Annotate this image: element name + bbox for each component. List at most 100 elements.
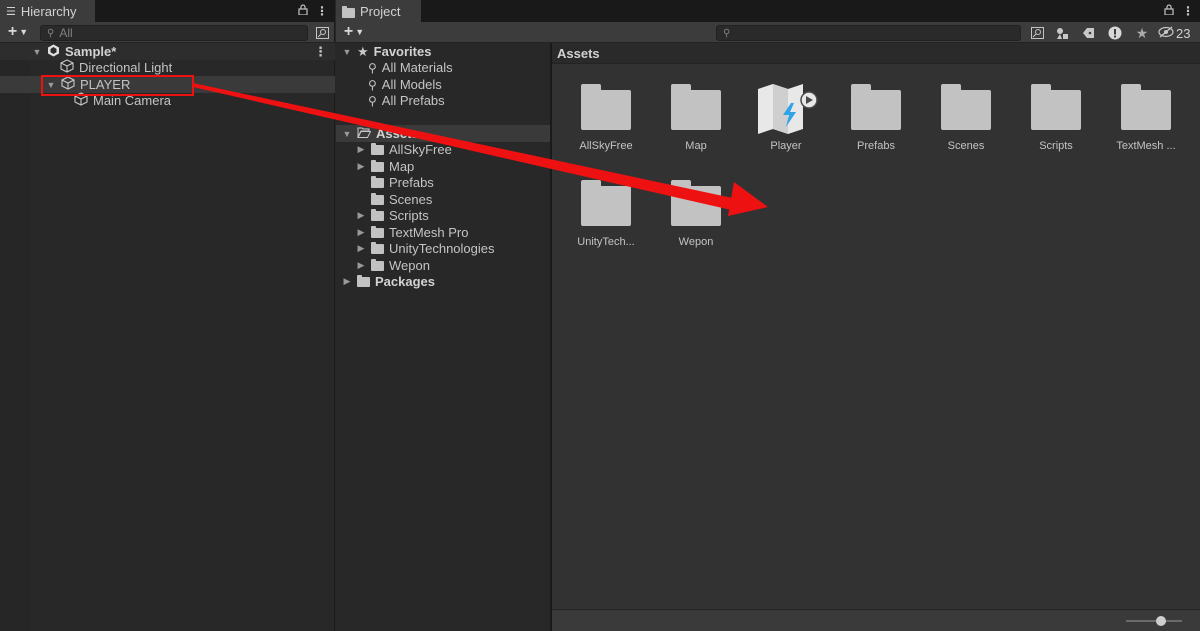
asset-label: TextMesh ... <box>1116 140 1176 152</box>
tree-folder-unitytechnologies[interactable]: ▶ UnityTechnologies <box>356 240 495 257</box>
asset-folder-allskyfree[interactable]: AllSkyFree <box>566 83 646 152</box>
collapse-triangle-icon[interactable]: ▶ <box>356 260 366 271</box>
more-options-icon[interactable]: ⋮ <box>316 4 328 18</box>
tree-folder-label: UnityTechnologies <box>389 241 495 256</box>
tree-folder-label: TextMesh Pro <box>389 225 469 240</box>
asset-label: Scripts <box>1039 140 1073 152</box>
search-by-scene-icon[interactable] <box>1028 25 1046 41</box>
warning-icon[interactable] <box>1106 25 1124 41</box>
favorite-item-all-models[interactable]: ⚲ All Models <box>368 76 442 93</box>
scene-map-icon <box>746 83 826 136</box>
hierarchy-item-directional-light[interactable]: Directional Light <box>60 59 172 76</box>
hierarchy-item-label: Directional Light <box>79 60 173 75</box>
tab-hierarchy[interactable]: ☰ Hierarchy <box>0 0 95 22</box>
search-icon: ⚲ <box>47 27 55 39</box>
asset-folder-scenes[interactable]: Scenes <box>926 83 1006 152</box>
favorite-item-label: All Prefabs <box>381 93 445 108</box>
gameobject-cube-icon <box>61 76 75 93</box>
asset-folder-unitytechnologies[interactable]: UnityTech... <box>566 179 646 248</box>
asset-folder-textmesh-pro[interactable]: TextMesh ... <box>1106 83 1186 152</box>
asset-label: Map <box>685 140 707 152</box>
lock-icon[interactable] <box>298 4 308 18</box>
folder-icon <box>371 175 384 188</box>
tree-folder-scenes[interactable]: Scenes <box>356 191 432 208</box>
scene-menu-icon[interactable]: ⋮ <box>314 44 327 60</box>
asset-folder-prefabs[interactable]: Prefabs <box>836 83 916 152</box>
project-tabbar: Project ⋮ <box>336 0 1200 22</box>
open-folder-icon <box>357 126 372 141</box>
slider-thumb[interactable] <box>1156 616 1166 626</box>
chevron-down-icon: ▼ <box>355 27 365 37</box>
star-icon: ★ <box>357 43 369 59</box>
folder-icon <box>342 5 355 18</box>
hierarchy-item-main-camera[interactable]: Main Camera <box>74 92 171 109</box>
plus-icon: + <box>7 23 18 40</box>
collapse-triangle-icon[interactable]: ▶ <box>356 210 366 221</box>
search-icon: ⚲ <box>723 27 731 39</box>
expand-triangle-icon[interactable]: ▼ <box>32 47 42 57</box>
expand-triangle-icon[interactable]: ▼ <box>342 47 352 57</box>
expand-triangle-icon[interactable]: ▼ <box>342 129 352 139</box>
chevron-down-icon: ▼ <box>19 27 29 37</box>
asset-scene-player[interactable]: Player <box>746 83 826 152</box>
tree-folder-prefabs[interactable]: Prefabs <box>356 174 434 191</box>
hierarchy-item-player[interactable]: ▼ PLAYER <box>0 76 335 93</box>
packages-root[interactable]: ▶ Packages <box>342 273 435 290</box>
tree-folder-label: Prefabs <box>389 175 434 190</box>
asset-folder-wepon[interactable]: Wepon <box>656 179 736 248</box>
project-search-input[interactable]: ⚲ <box>716 25 1021 41</box>
favorite-item-all-prefabs[interactable]: ⚲ All Prefabs <box>368 92 445 109</box>
asset-browser: Assets AllSkyFree Map Player Prefabs Sce… <box>552 43 1200 631</box>
expand-triangle-icon[interactable]: ▼ <box>46 80 56 90</box>
asset-label: AllSkyFree <box>579 140 633 152</box>
tree-folder-wepon[interactable]: ▶ Wepon <box>356 257 430 274</box>
scene-row[interactable]: ▼ Sample* ⋮ <box>0 43 335 60</box>
create-button[interactable]: + ▼ <box>0 22 36 43</box>
folder-icon <box>1121 84 1171 130</box>
folder-icon <box>371 258 384 271</box>
collapse-triangle-icon[interactable]: ▶ <box>342 276 352 287</box>
favorites-label: Favorites <box>373 44 432 59</box>
search-by-type-icon[interactable] <box>1053 25 1071 41</box>
gameobject-cube-icon <box>60 59 74 76</box>
scene-search-icon[interactable] <box>313 25 331 41</box>
lock-icon[interactable] <box>1164 4 1174 18</box>
project-panel: Project ⋮ + ▼ ⚲ ★ 23 ▼ ★ Favorites ⚲ All… <box>336 0 1200 631</box>
favorite-item-all-materials[interactable]: ⚲ All Materials <box>368 59 453 76</box>
asset-label: Prefabs <box>857 140 895 152</box>
hidden-packages-toggle[interactable]: 23 <box>1158 25 1190 41</box>
tree-folder-allskyfree[interactable]: ▶ AllSkyFree <box>356 141 452 158</box>
tree-folder-label: AllSkyFree <box>389 142 452 157</box>
tree-folder-map[interactable]: ▶ Map <box>356 158 415 175</box>
assets-root[interactable]: ▼ Assets <box>336 125 550 142</box>
create-asset-button[interactable]: + ▼ <box>336 22 372 43</box>
asset-folder-map[interactable]: Map <box>656 83 736 152</box>
breadcrumb-assets[interactable]: Assets <box>557 46 600 61</box>
collapse-triangle-icon[interactable]: ▶ <box>356 161 366 172</box>
tab-project[interactable]: Project <box>336 0 421 22</box>
more-options-icon[interactable]: ⋮ <box>1182 4 1194 18</box>
project-toolbar: + ▼ ⚲ ★ 23 <box>336 22 1200 43</box>
hierarchy-toolbar: + ▼ ⚲ All <box>0 22 334 43</box>
collapse-triangle-icon[interactable]: ▶ <box>356 144 366 155</box>
search-by-label-icon[interactable] <box>1079 25 1097 41</box>
collapse-triangle-icon[interactable]: ▶ <box>356 243 366 254</box>
tree-folder-textmesh-pro[interactable]: ▶ TextMesh Pro <box>356 224 469 241</box>
breadcrumb: Assets <box>552 43 1200 64</box>
tree-folder-scripts[interactable]: ▶ Scripts <box>356 207 429 224</box>
search-icon: ⚲ <box>368 77 377 92</box>
favorites-star-icon[interactable]: ★ <box>1133 25 1151 41</box>
hierarchy-panel: ☰ Hierarchy ⋮ + ▼ ⚲ All ▼ Sample* ⋮ Dire… <box>0 0 335 631</box>
icon-size-slider[interactable] <box>1126 616 1182 626</box>
asset-folder-scripts[interactable]: Scripts <box>1016 83 1096 152</box>
folder-icon <box>581 180 631 226</box>
favorite-item-label: All Models <box>381 77 442 92</box>
tree-folder-label: Scripts <box>389 208 429 223</box>
favorites-section[interactable]: ▼ ★ Favorites <box>342 43 432 60</box>
hierarchy-tabbar: ☰ Hierarchy ⋮ <box>0 0 334 22</box>
eye-slash-icon <box>1158 26 1174 41</box>
list-icon: ☰ <box>6 6 16 18</box>
collapse-triangle-icon[interactable]: ▶ <box>356 227 366 238</box>
hierarchy-search-input[interactable]: ⚲ All <box>40 25 308 41</box>
folder-icon <box>941 84 991 130</box>
